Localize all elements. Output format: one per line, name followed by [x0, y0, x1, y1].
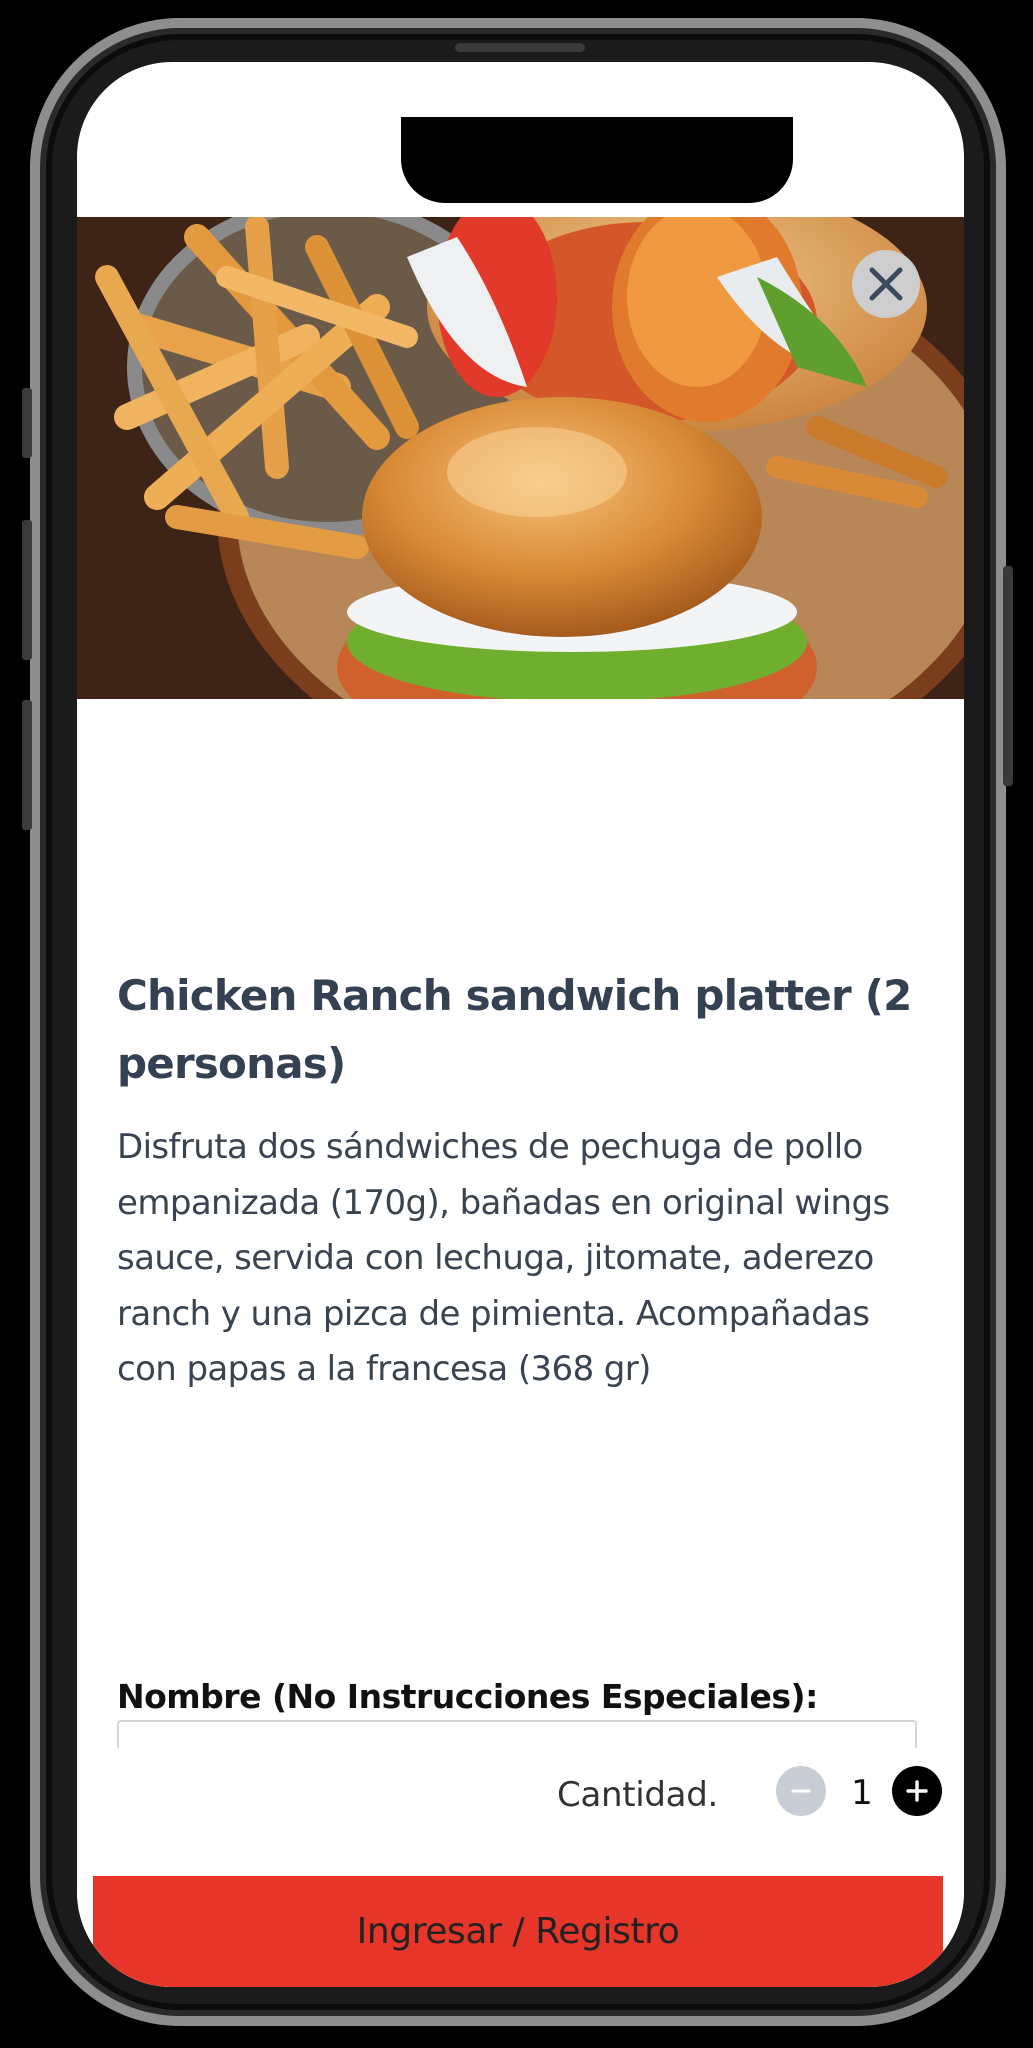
name-field-label: Nombre (No Instrucciones Especiales): [117, 1677, 818, 1716]
increase-quantity-button[interactable] [892, 1766, 942, 1816]
power-button [1003, 566, 1013, 786]
product-image [77, 217, 964, 699]
mute-switch [22, 700, 32, 830]
product-photo [77, 217, 964, 699]
login-register-button[interactable]: Ingresar / Registro [93, 1876, 943, 1987]
speaker-grille [455, 43, 585, 52]
product-description: Disfruta dos sándwiches de pechuga de po… [117, 1127, 890, 1389]
quantity-label: Cantidad. [557, 1775, 719, 1815]
volume-up-button [22, 388, 32, 458]
screen: Chicken Ranch sandwich platter (2 person… [77, 62, 964, 1987]
notch [401, 117, 793, 203]
quantity-value: 1 [851, 1773, 873, 1813]
volume-down-button [22, 520, 32, 660]
product-title: Chicken Ranch sandwich platter (2 person… [117, 971, 912, 1088]
close-button[interactable] [852, 250, 920, 318]
plus-icon [906, 1780, 928, 1802]
close-icon [869, 267, 903, 301]
decrease-quantity-button[interactable] [776, 1766, 826, 1816]
minus-icon [791, 1789, 811, 1793]
